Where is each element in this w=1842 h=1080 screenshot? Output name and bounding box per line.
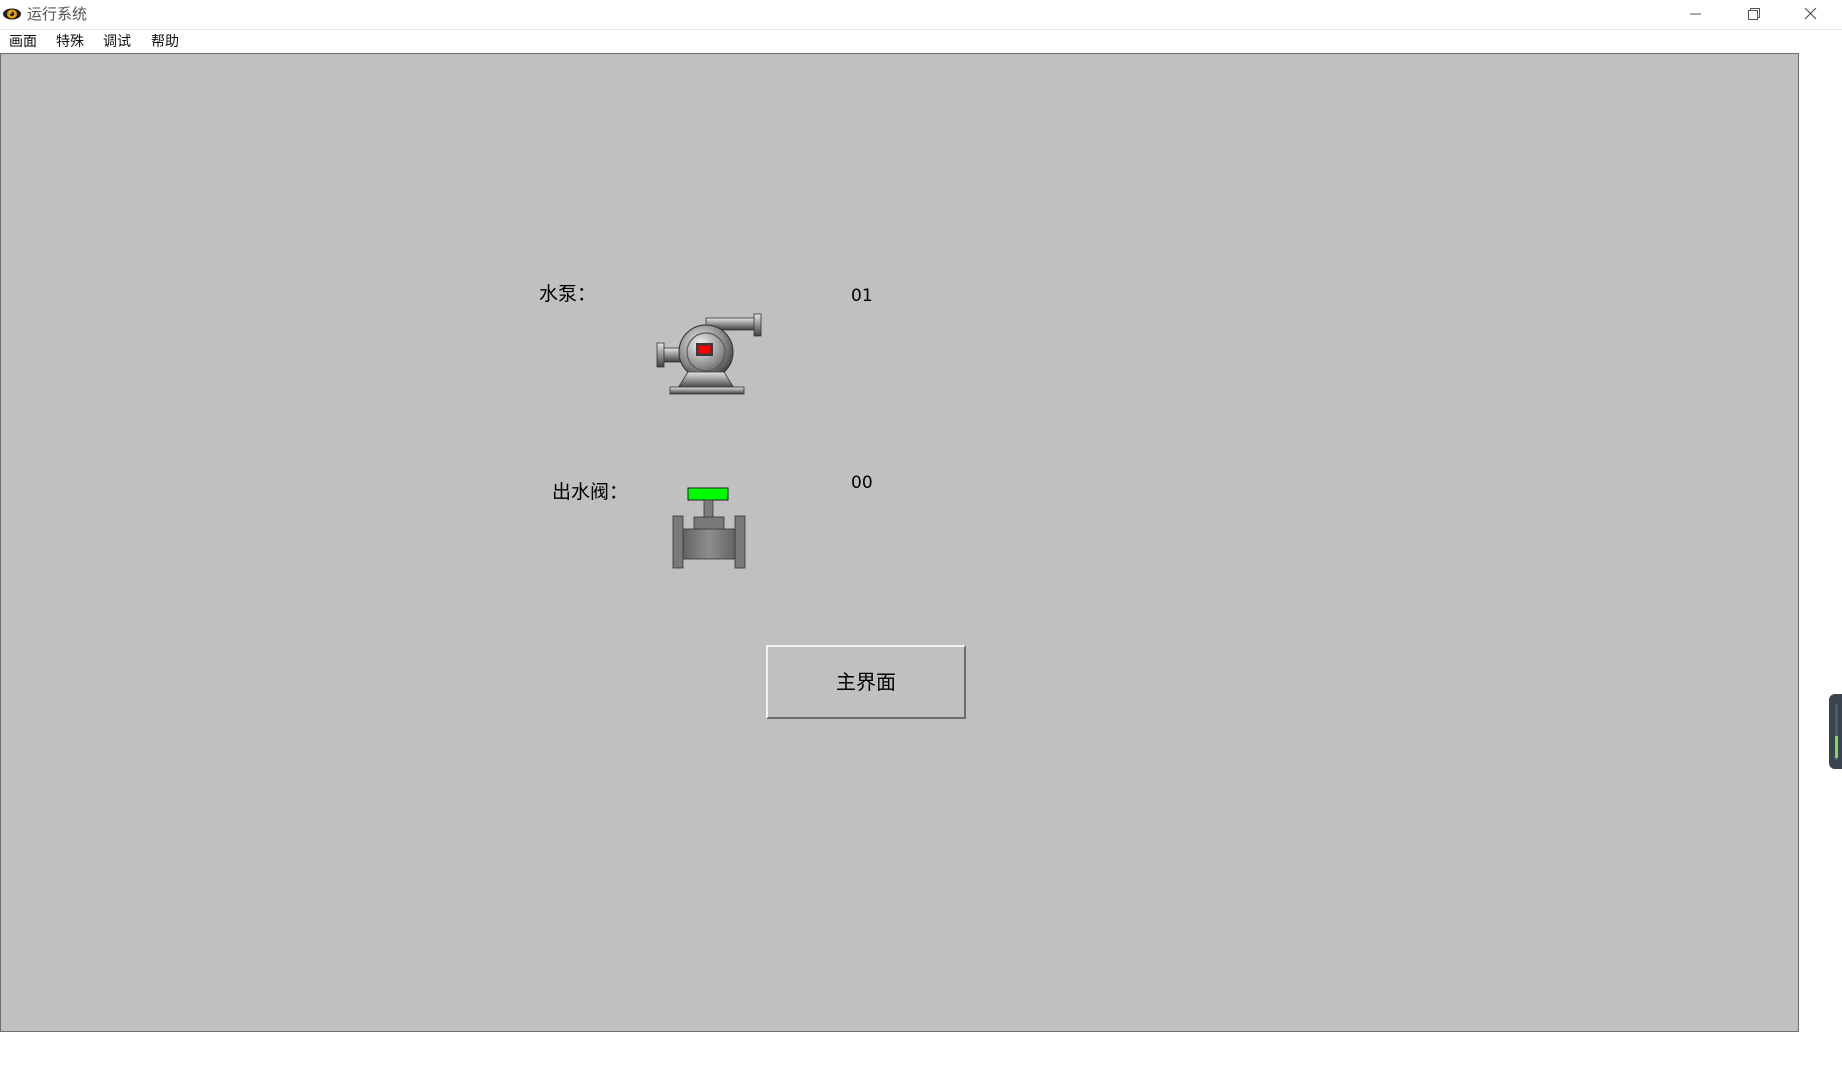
restore-button[interactable] — [1724, 0, 1782, 28]
pump-label: 水泵： — [539, 283, 597, 305]
window-title: 运行系统 — [27, 5, 88, 23]
menu-item-special[interactable]: 特殊 — [56, 33, 84, 51]
pump-value: 01 — [851, 286, 873, 306]
water-pump-icon[interactable] — [656, 312, 764, 396]
close-button[interactable] — [1782, 0, 1840, 28]
menu-item-help[interactable]: 帮助 — [151, 33, 179, 51]
eye-app-icon — [3, 8, 21, 20]
main-interface-button[interactable]: 主界面 — [766, 645, 966, 719]
valve-value: 00 — [851, 473, 873, 493]
status-area — [0, 1033, 1842, 1080]
title-bar: 运行系统 — [0, 0, 1842, 28]
menu-item-screen[interactable]: 画面 — [9, 33, 37, 51]
valve-label: 出水阀： — [552, 481, 629, 503]
minimize-button[interactable] — [1666, 0, 1724, 28]
menu-bar: 画面 特殊 调试 帮助 — [0, 29, 1842, 54]
minimize-icon — [1690, 13, 1701, 15]
menu-item-debug[interactable]: 调试 — [103, 33, 131, 51]
restore-icon — [1748, 8, 1760, 20]
close-icon — [1804, 7, 1817, 20]
valve-icon[interactable] — [672, 487, 746, 569]
hmi-canvas: 水泵： 01 出水阀： 00 主界面 — [0, 53, 1799, 1032]
side-dock-widget[interactable] — [1829, 694, 1842, 769]
